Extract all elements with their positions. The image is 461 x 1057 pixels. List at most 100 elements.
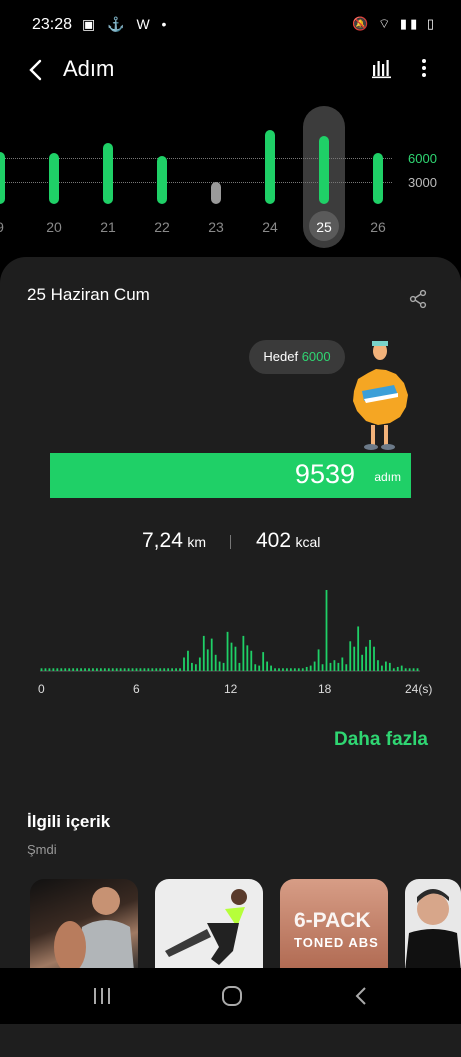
day-label[interactable]: 25 xyxy=(309,219,339,235)
hourly-bar xyxy=(92,668,94,671)
workout-illustration xyxy=(165,889,247,965)
system-navigation-bar xyxy=(0,968,461,1024)
hourly-bar xyxy=(392,668,395,671)
day-bar[interactable] xyxy=(211,181,221,204)
related-thumbnail-3[interactable]: 6-PACK TONED ABS xyxy=(280,879,388,971)
shoe-mascot-illustration xyxy=(353,341,408,450)
hourly-bar xyxy=(349,641,352,671)
hourly-bar xyxy=(266,661,269,671)
hourly-bar xyxy=(48,668,51,671)
system-icons: 🔕 ⌔ ▮▮ ▯ xyxy=(352,16,437,31)
day-label[interactable]: 24 xyxy=(255,219,285,235)
hourly-bar xyxy=(329,662,332,671)
more-link[interactable]: Daha fazla xyxy=(334,729,428,751)
hourly-bar xyxy=(214,654,217,671)
hourly-bar xyxy=(412,668,415,671)
hourly-bar xyxy=(289,668,292,671)
metric-separator xyxy=(230,535,231,549)
hourly-bar xyxy=(64,668,67,671)
related-thumbnail-1[interactable] xyxy=(30,879,138,971)
day-label[interactable]: 21 xyxy=(93,219,123,235)
hourly-bar xyxy=(194,664,197,671)
hourly-bar xyxy=(60,668,63,671)
hourly-bar xyxy=(365,646,367,671)
hourly-bar xyxy=(198,657,201,671)
hourly-bar xyxy=(187,650,189,671)
calories-value: 402 xyxy=(256,529,292,552)
hourly-bar xyxy=(262,652,265,671)
more-options-icon[interactable] xyxy=(412,56,436,80)
steps-count: 9539 xyxy=(294,459,355,489)
hourly-bar xyxy=(357,626,360,671)
hourly-bar xyxy=(127,668,130,671)
hourly-bar xyxy=(274,668,276,671)
metrics-row: 7,24 km 402 kcal xyxy=(0,529,461,559)
hourly-bar xyxy=(345,664,348,671)
hourly-bar xyxy=(163,668,166,671)
hour-label-0: 0 xyxy=(38,682,45,696)
goal-line-label: 6000 xyxy=(408,151,437,166)
hourly-bar xyxy=(88,668,90,671)
day-bar[interactable] xyxy=(0,151,5,204)
hourly-bar xyxy=(238,662,241,671)
notification-icons: ▣ ⚓ W • xyxy=(82,16,171,32)
related-thumbnail-4[interactable] xyxy=(405,879,461,971)
day-label[interactable]: 22 xyxy=(147,219,177,235)
hourly-bar xyxy=(286,668,288,671)
person-illustration xyxy=(405,889,461,971)
hourly-bar xyxy=(230,642,233,671)
steps-unit: adım xyxy=(374,470,401,484)
hourly-bar xyxy=(222,662,225,671)
home-icon[interactable] xyxy=(218,982,246,1010)
day-label[interactable]: 9 xyxy=(0,219,15,235)
hourly-bar xyxy=(242,635,245,671)
daily-steps-chart: 6000 3000 9 20 21 22 23 24 25 26 xyxy=(0,100,461,250)
hourly-bar xyxy=(250,650,253,671)
day-label[interactable]: 26 xyxy=(363,219,393,235)
hourly-bar xyxy=(99,668,102,671)
related-thumbnail-2[interactable] xyxy=(155,879,263,971)
hourly-bar xyxy=(361,654,364,671)
hourly-bar xyxy=(202,635,205,671)
day-label[interactable]: 23 xyxy=(201,219,231,235)
back-nav-icon[interactable] xyxy=(348,982,376,1010)
hourly-bar xyxy=(353,646,356,671)
day-bar[interactable] xyxy=(103,143,113,204)
hour-label-12: 12 xyxy=(224,682,238,696)
hourly-bar xyxy=(159,668,162,671)
hourly-bar xyxy=(96,668,98,671)
hourly-bar xyxy=(218,661,221,671)
day-bar[interactable] xyxy=(319,135,329,204)
hourly-bar xyxy=(416,668,419,671)
hourly-bar xyxy=(234,646,237,671)
hourly-bar xyxy=(183,657,185,671)
hourly-bar xyxy=(115,668,118,671)
day-bar[interactable] xyxy=(265,129,275,204)
hourly-bar xyxy=(226,631,229,671)
goal-bubble: Hedef 6000 xyxy=(249,340,345,374)
recents-icon[interactable] xyxy=(88,982,116,1010)
hourly-bar xyxy=(179,668,181,671)
status-time: 23:28 xyxy=(32,16,73,33)
hourly-bar xyxy=(400,665,403,671)
hourly-bar xyxy=(305,666,308,671)
day-bar[interactable] xyxy=(373,153,383,204)
hourly-bar xyxy=(147,668,150,671)
hourly-bar xyxy=(191,662,193,671)
hourly-bar xyxy=(40,668,43,671)
person-illustration xyxy=(54,887,134,971)
hourly-bar xyxy=(313,661,316,671)
hourly-bar xyxy=(384,661,387,671)
bar-chart-icon[interactable] xyxy=(370,56,394,80)
hourly-bar xyxy=(52,668,55,671)
back-arrow-icon[interactable] xyxy=(24,56,52,84)
day-bar[interactable] xyxy=(49,153,59,204)
hourly-bar xyxy=(210,638,213,671)
hourly-bar xyxy=(341,657,344,671)
goal-prefix: Hedef xyxy=(263,349,299,364)
daily-summary-card: 25 Haziran Cum Hedef 6000 9539 adım 7,24… xyxy=(0,257,461,1057)
hourly-bar xyxy=(388,662,391,671)
day-bar[interactable] xyxy=(157,155,167,204)
share-icon[interactable] xyxy=(408,289,428,309)
day-label[interactable]: 20 xyxy=(39,219,69,235)
